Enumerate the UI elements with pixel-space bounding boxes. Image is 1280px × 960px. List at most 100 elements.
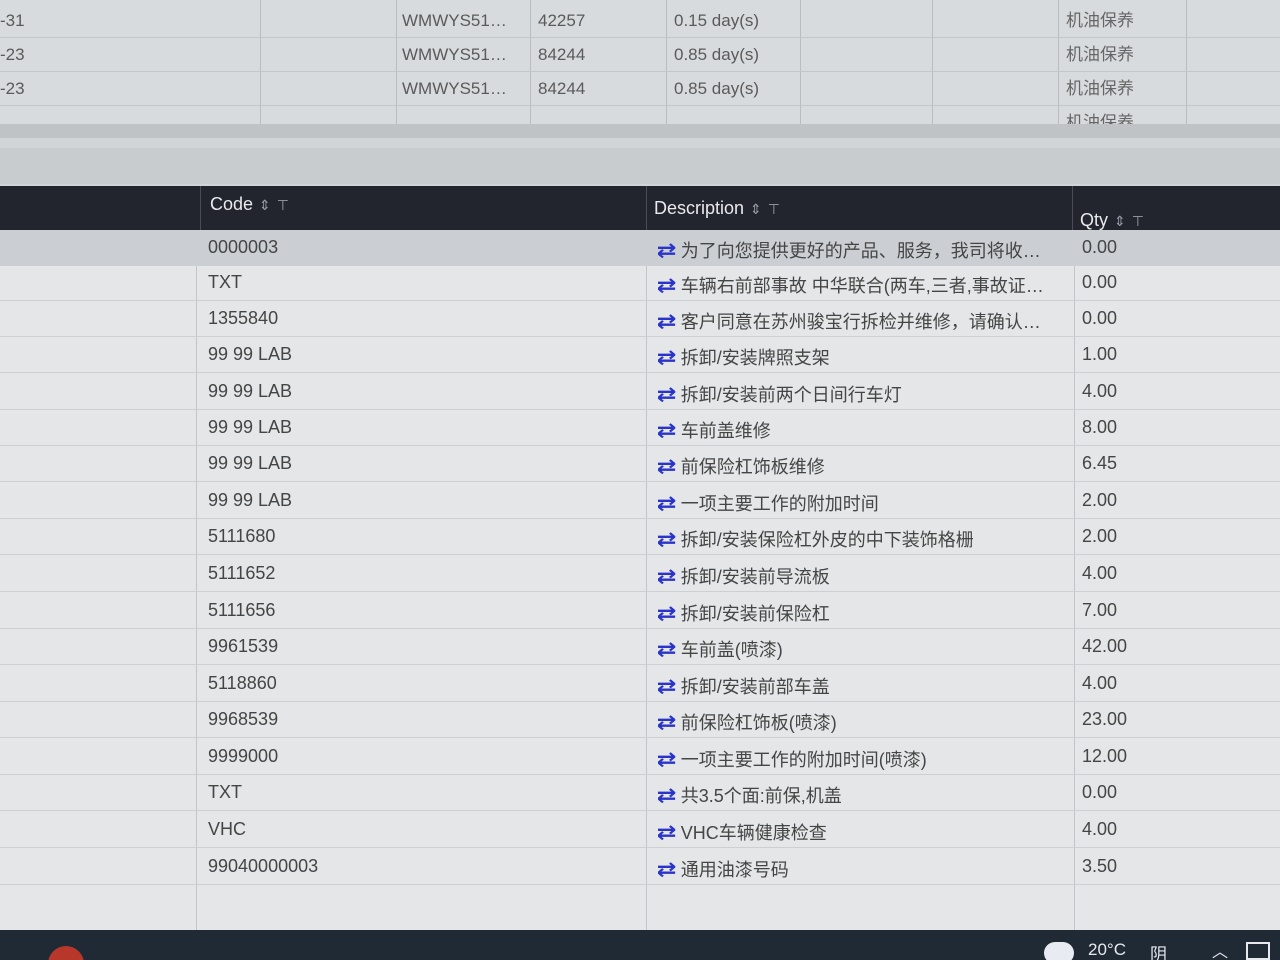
- panel-toolbar-strip: [0, 148, 1280, 184]
- table-row[interactable]: 99 99 LAB ⇄ 一项主要工作的附加时间 2.00: [0, 483, 1280, 519]
- sort-icon[interactable]: ⇕: [1114, 213, 1126, 229]
- filter-icon[interactable]: ⊤: [277, 197, 289, 213]
- table-row[interactable]: 5111680 ⇄ 拆卸/安装保险杠外皮的中下装饰格栅 2.00: [0, 519, 1280, 555]
- swap-arrows-icon[interactable]: ⇄: [658, 857, 676, 882]
- item-description: ⇄ 车前盖维修: [658, 417, 1058, 443]
- column-header-code[interactable]: Code ⇕ ⊤: [210, 194, 289, 215]
- swap-arrows-icon[interactable]: ⇄: [658, 674, 676, 699]
- column-header-qty-label: Qty: [1080, 210, 1109, 230]
- table-row[interactable]: 5111652 ⇄ 拆卸/安装前导流板 4.00: [0, 556, 1280, 592]
- swap-arrows-icon[interactable]: ⇄: [658, 820, 676, 845]
- header-divider: [200, 186, 201, 230]
- item-code: VHC: [208, 819, 247, 839]
- item-code: 9961539: [208, 636, 279, 656]
- cloud-icon[interactable]: [1044, 942, 1074, 960]
- swap-arrows-icon[interactable]: ⇄: [658, 527, 676, 552]
- table-header: Code ⇕ ⊤ Description ⇕ ⊤ Qty ⇕ ⊤: [0, 186, 1280, 230]
- table-row[interactable]: 99 99 LAB ⇄ 拆卸/安装牌照支架 1.00: [0, 337, 1280, 373]
- monitor-icon[interactable]: [1246, 942, 1270, 960]
- row-service-type: 机油保养: [1066, 45, 1134, 64]
- item-description: ⇄ 一项主要工作的附加时间(喷漆): [658, 746, 1058, 772]
- row-date: -23: [0, 79, 25, 98]
- item-description-text: 共3.5个面:前保,机盖: [680, 786, 842, 806]
- item-description-text: 拆卸/安装前导流板: [680, 567, 830, 587]
- column-header-description[interactable]: Description ⇕ ⊤: [654, 198, 780, 219]
- swap-arrows-icon[interactable]: ⇄: [658, 454, 676, 479]
- table-row[interactable]: TXT ⇄ 共3.5个面:前保,机盖 0.00: [0, 775, 1280, 811]
- item-qty: 4.00: [1082, 563, 1118, 583]
- item-qty: 7.00: [1082, 600, 1118, 620]
- swap-arrows-icon[interactable]: ⇄: [658, 273, 676, 298]
- swap-arrows-icon[interactable]: ⇄: [658, 637, 676, 662]
- column-header-qty[interactable]: Qty ⇕ ⊤: [1080, 210, 1144, 231]
- item-description-text: 拆卸/安装牌照支架: [680, 348, 830, 368]
- table-row[interactable]: 5111656 ⇄ 拆卸/安装前保险杠 7.00: [0, 593, 1280, 629]
- table-row[interactable]: TXT ⇄ 车辆右前部事故 中华联合(两车,三者,事故证明… 0.00: [0, 265, 1280, 301]
- row-duration: 0.85 day(s): [674, 45, 760, 64]
- row-service-type: 机油保养: [1066, 11, 1134, 30]
- weather-temperature[interactable]: 20°C: [1088, 940, 1126, 960]
- swap-arrows-icon[interactable]: ⇄: [658, 601, 676, 626]
- app-taskbar-icon[interactable]: [48, 946, 84, 960]
- item-code: 5118860: [208, 673, 277, 693]
- swap-arrows-icon[interactable]: ⇄: [658, 747, 676, 772]
- screen: -31 WMWYS51… 42257 0.15 day(s) 机油保养 -23 …: [0, 0, 1280, 960]
- table-row[interactable]: 1355840 ⇄ 客户同意在苏州骏宝行拆检并维修，请确认后… 0.00: [0, 301, 1280, 337]
- swap-arrows-icon[interactable]: ⇄: [658, 418, 676, 443]
- item-description-text: 前保险杠饰板维修: [680, 457, 825, 477]
- item-description-text: 拆卸/安装前保险杠: [680, 604, 830, 624]
- item-code: 99 99 LAB: [208, 490, 293, 510]
- swap-arrows-icon[interactable]: ⇄: [658, 309, 676, 334]
- sort-icon[interactable]: ⇕: [259, 197, 271, 213]
- swap-arrows-icon[interactable]: ⇄: [658, 710, 676, 735]
- row-vin: WMWYS51…: [402, 79, 507, 98]
- item-description: ⇄ 前保险杠饰板维修: [658, 453, 1058, 479]
- item-description: ⇄ 客户同意在苏州骏宝行拆检并维修，请确认后…: [658, 308, 1058, 334]
- item-description: ⇄ 车辆右前部事故 中华联合(两车,三者,事故证明…: [658, 272, 1058, 298]
- swap-arrows-icon[interactable]: ⇄: [658, 238, 676, 263]
- chevron-up-icon[interactable]: ︿: [1212, 938, 1228, 960]
- job-items-table: Code ⇕ ⊤ Description ⇕ ⊤ Qty ⇕ ⊤ 0000003 ⇄ 为了向您提…: [0, 186, 1280, 930]
- table-row[interactable]: 99040000003 ⇄ 通用油漆号码 3.50: [0, 849, 1280, 885]
- table-row[interactable]: 0000003 ⇄ 为了向您提供更好的产品、服务，我司将收集… 0.00: [0, 230, 1280, 266]
- item-description: ⇄ 车前盖(喷漆): [658, 636, 1058, 662]
- item-description-text: 为了向您提供更好的产品、服务，我司将收集…: [680, 241, 1058, 261]
- sort-icon[interactable]: ⇕: [750, 201, 762, 217]
- swap-arrows-icon[interactable]: ⇄: [658, 783, 676, 808]
- table-row[interactable]: 99 99 LAB ⇄ 前保险杠饰板维修 6.45: [0, 446, 1280, 482]
- item-description-text: 客户同意在苏州骏宝行拆检并维修，请确认后…: [680, 312, 1058, 332]
- table-row[interactable]: 5118860 ⇄ 拆卸/安装前部车盖 4.00: [0, 666, 1280, 702]
- row-vin: WMWYS51…: [402, 45, 507, 64]
- top-grid-row[interactable]: -23 WMWYS51… 84244 0.85 day(s) 机油保养: [0, 72, 1280, 106]
- table-row[interactable]: 99 99 LAB ⇄ 拆卸/安装前两个日间行车灯 4.00: [0, 374, 1280, 410]
- table-row[interactable]: 9961539 ⇄ 车前盖(喷漆) 42.00: [0, 629, 1280, 665]
- table-row[interactable]: 9968539 ⇄ 前保险杠饰板(喷漆) 23.00: [0, 702, 1280, 738]
- table-row[interactable]: 99 99 LAB ⇄ 车前盖维修 8.00: [0, 410, 1280, 446]
- swap-arrows-icon[interactable]: ⇄: [658, 491, 676, 516]
- top-grid-row[interactable]: -31 WMWYS51… 42257 0.15 day(s) 机油保养: [0, 4, 1280, 38]
- swap-arrows-icon[interactable]: ⇄: [658, 564, 676, 589]
- item-code: 0000003: [208, 237, 279, 257]
- item-code: 9968539: [208, 709, 279, 729]
- filter-icon[interactable]: ⊤: [768, 201, 780, 217]
- top-grid-row[interactable]: 机油保养: [0, 106, 1280, 124]
- table-body: 0000003 ⇄ 为了向您提供更好的产品、服务，我司将收集… 0.00 TXT ⇄ 车辆右…: [0, 230, 1280, 930]
- table-row[interactable]: 9999000 ⇄ 一项主要工作的附加时间(喷漆) 12.00: [0, 739, 1280, 775]
- swap-arrows-icon[interactable]: ⇄: [658, 382, 676, 407]
- top-grid-row[interactable]: -23 WMWYS51… 84244 0.85 day(s) 机油保养: [0, 38, 1280, 72]
- swap-arrows-icon[interactable]: ⇄: [658, 345, 676, 370]
- item-code: 99 99 LAB: [208, 417, 293, 437]
- item-code: 1355840: [208, 308, 279, 328]
- table-row[interactable]: VHC ⇄ VHC车辆健康检查 4.00: [0, 812, 1280, 848]
- row-duration: 0.85 day(s): [674, 79, 760, 98]
- item-description-text: 拆卸/安装前部车盖: [680, 677, 830, 697]
- item-qty: 23.00: [1082, 709, 1128, 729]
- panel-splitter[interactable]: [0, 124, 1280, 186]
- filter-icon[interactable]: ⊤: [1132, 213, 1144, 229]
- item-code: 99040000003: [208, 856, 319, 876]
- weather-condition[interactable]: 阴: [1150, 940, 1167, 960]
- item-description: ⇄ 一项主要工作的附加时间: [658, 490, 1058, 516]
- item-code: 99 99 LAB: [208, 453, 293, 473]
- header-divider: [1072, 186, 1073, 230]
- item-description-text: 车辆右前部事故 中华联合(两车,三者,事故证明…: [680, 276, 1058, 296]
